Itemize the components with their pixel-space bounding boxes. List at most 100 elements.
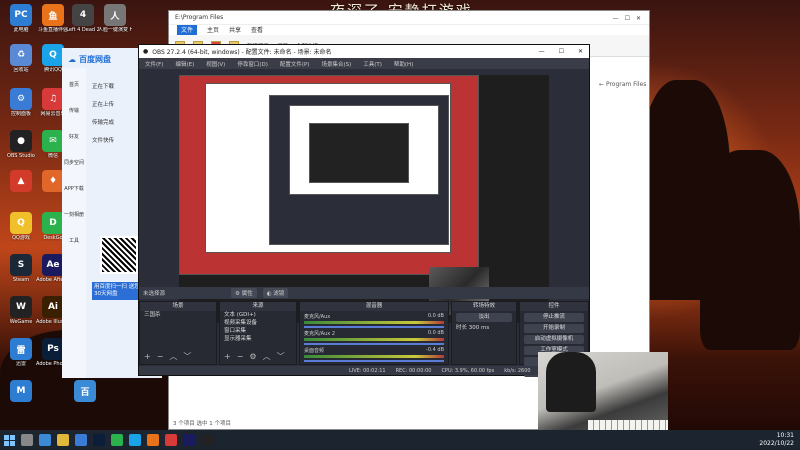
baidu-transfer-menu: 正在下载 正在上传 传输完成 文件快传 xyxy=(92,78,114,150)
app-icon: S xyxy=(10,254,32,276)
maximize-icon: ☐ xyxy=(558,48,564,55)
app-icon: ♦ xyxy=(42,170,64,192)
desktop-icon[interactable]: ♻ 回收站 xyxy=(4,44,38,73)
wallpaper-tree xyxy=(700,150,800,350)
cloud-icon: ☁ xyxy=(68,55,76,64)
nav-item[interactable]: 传输 xyxy=(64,98,84,124)
start-icon[interactable] xyxy=(4,434,15,446)
system-clock[interactable]: 10:31 2022/10/22 xyxy=(759,432,794,448)
control-button[interactable]: 停止推流 xyxy=(524,313,584,322)
menu-item[interactable]: 帮助(H) xyxy=(394,60,413,68)
mixer-channel: 麦克风/Aux 2 0.0 dB xyxy=(304,330,444,345)
qq-icon[interactable] xyxy=(129,434,141,446)
transfer-menu-item[interactable]: 文件快传 xyxy=(92,132,114,150)
desktop-icon[interactable]: S Steam xyxy=(4,254,38,283)
controls-title: 控件 xyxy=(520,302,588,311)
menu-item[interactable]: 视图(V) xyxy=(206,60,225,68)
obs-window[interactable]: ● OBS 27.2.4 (64-bit, windows) - 配置文件: 未… xyxy=(138,44,590,377)
desktop-icon[interactable]: 4 Left 4 Dead 2 xyxy=(66,4,100,33)
sources-list: 文本 (GDI+) 视频采集设备 窗口采集 显示器采集 xyxy=(220,311,296,343)
scene-item[interactable]: 三国杀 xyxy=(140,311,216,319)
explorer-titlebar[interactable]: E:\Program Files — ☐ ✕ xyxy=(169,11,649,25)
volume-slider[interactable] xyxy=(304,343,444,345)
desktop-icon[interactable]: PC 此电脑 xyxy=(4,4,38,33)
tab-home[interactable]: 主页 xyxy=(207,25,219,35)
app-icon: Q xyxy=(10,212,32,234)
nav-item[interactable]: 首页 xyxy=(64,72,84,98)
transfer-menu-item[interactable]: 正在下载 xyxy=(92,78,114,96)
source-dock-buttons[interactable]: +−⚙︿﹀ xyxy=(224,351,291,362)
desktop-icon[interactable]: Q QQ游戏 xyxy=(4,212,38,241)
explorer-address[interactable]: ← Program Files xyxy=(599,81,646,88)
nav-item[interactable]: 好友 xyxy=(64,124,84,150)
scene-dock-buttons[interactable]: +−︿﹀ xyxy=(144,351,197,362)
volume-meter xyxy=(304,321,444,324)
menu-item[interactable]: 停靠窗口(D) xyxy=(237,60,268,68)
transition-duration[interactable]: 时长 300 ms xyxy=(452,324,516,332)
menu-item[interactable]: 编辑(E) xyxy=(175,60,194,68)
desktop-icon[interactable]: 百 xyxy=(68,380,102,403)
tab-share[interactable]: 共享 xyxy=(229,25,241,35)
explorer-status: 3 个项目 选中 1 个项目 xyxy=(173,421,231,427)
desktop-icon[interactable]: ⚙ 控制面板 xyxy=(4,88,38,117)
obs-titlebar[interactable]: ● OBS 27.2.4 (64-bit, windows) - 配置文件: 未… xyxy=(139,45,589,58)
photoshop-icon[interactable] xyxy=(93,434,105,446)
obs-menubar: 文件(F) 编辑(E) 视图(V) 停靠窗口(D) 配置文件(P) 场景集合(S) 工具(T… xyxy=(139,58,589,69)
tab-view[interactable]: 查看 xyxy=(251,25,263,35)
douyu-icon[interactable] xyxy=(147,434,159,446)
app-icon[interactable] xyxy=(75,434,87,446)
menu-item[interactable]: 工具(T) xyxy=(363,60,382,68)
properties-button[interactable]: ⚙ 属性 xyxy=(231,288,257,298)
volume-slider[interactable] xyxy=(304,326,444,328)
volume-slider[interactable] xyxy=(304,360,444,362)
menu-item[interactable]: 配置文件(P) xyxy=(280,60,310,68)
desktop-icon[interactable]: M xyxy=(4,380,38,403)
edge-icon[interactable] xyxy=(39,434,51,446)
desktop-icon[interactable]: W WeGame xyxy=(4,296,38,325)
clock-date: 2022/10/22 xyxy=(759,440,794,447)
app-icon: Q xyxy=(42,44,64,66)
scenes-title: 场景 xyxy=(140,302,216,311)
nav-item[interactable]: 同步空间 xyxy=(64,150,84,176)
transfer-menu-item[interactable]: 传输完成 xyxy=(92,114,114,132)
transition-select[interactable]: 淡出 xyxy=(456,313,512,322)
transfer-menu-item[interactable]: 正在上传 xyxy=(92,96,114,114)
nav-item[interactable]: 一刻相册 xyxy=(64,202,84,228)
filters-button[interactable]: ◐ 滤镜 xyxy=(262,288,289,298)
obs-preview[interactable] xyxy=(179,75,549,323)
menu-item[interactable]: 文件(F) xyxy=(145,60,163,68)
window-controls[interactable]: — ☐ ✕ xyxy=(613,13,649,22)
source-item[interactable]: 文本 (GDI+) xyxy=(220,311,296,319)
search-icon[interactable] xyxy=(21,434,33,446)
desktop-icon-label: WeGame xyxy=(9,319,33,325)
app-icon: 鱼 xyxy=(42,4,64,26)
obs-logo-icon: ● xyxy=(143,48,149,55)
desktop-icon-label: Left 4 Dead 2 xyxy=(66,27,100,33)
preview-nested-obs xyxy=(309,123,409,183)
desktop-icon[interactable]: ● OBS Studio xyxy=(4,130,38,159)
source-item[interactable]: 显示器采集 xyxy=(220,335,296,343)
desktop-icon-label: 此电脑 xyxy=(13,27,29,33)
folder-icon[interactable] xyxy=(57,434,69,446)
source-item[interactable]: 视频采集设备 xyxy=(220,319,296,327)
obs-taskbar-icon[interactable] xyxy=(201,434,213,446)
source-item[interactable]: 窗口采集 xyxy=(220,327,296,335)
control-button[interactable]: 开始录制 xyxy=(524,324,584,333)
obs-window-controls[interactable]: — ☐ ✕ xyxy=(539,48,589,55)
control-button[interactable]: 启动虚拟摄像机 xyxy=(524,335,584,344)
desktop-icon[interactable]: ▲ xyxy=(4,170,38,193)
menu-item[interactable]: 场景集合(S) xyxy=(321,60,351,68)
baidu-nav-rail: 首页 传输 好友 同步空间 APP下载 一刻相册 工具 xyxy=(62,68,86,378)
nav-item[interactable]: APP下载 xyxy=(64,176,84,202)
tab-file[interactable]: 文件 xyxy=(177,25,198,35)
desktop-icon[interactable]: 人人脸一键演变 Human Fa... xyxy=(98,4,132,33)
baidu-logo: ☁ 百度网盘 xyxy=(68,55,111,64)
desktop-icon[interactable]: 雷迅雷 xyxy=(4,338,38,367)
netease-icon[interactable] xyxy=(165,434,177,446)
obs-title: OBS 27.2.4 (64-bit, windows) - 配置文件: 未命名… xyxy=(152,49,332,56)
qr-promo-text[interactable]: 用百度扫一扫 送您30天网盘 xyxy=(92,282,142,300)
desktop-icon[interactable]: 鱼斗鱼直播伴侣 xyxy=(36,4,70,33)
nav-item[interactable]: 工具 xyxy=(64,228,84,254)
aftereffects-icon[interactable] xyxy=(183,434,195,446)
wechat-icon[interactable] xyxy=(111,434,123,446)
